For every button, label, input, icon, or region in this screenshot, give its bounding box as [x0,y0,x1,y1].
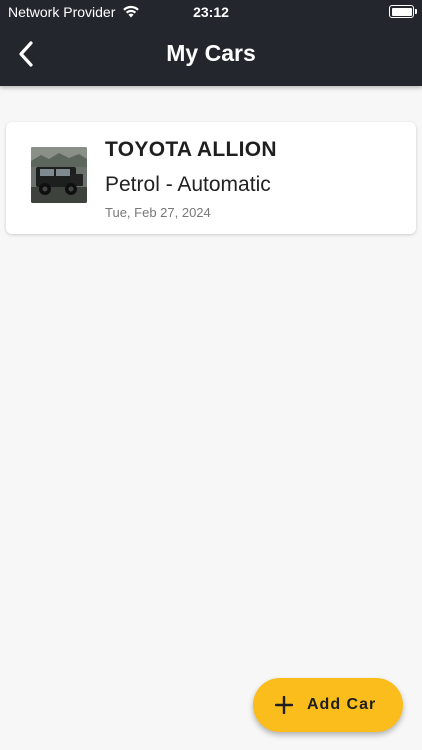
status-bar: Network Provider 23:12 [0,0,422,24]
car-date: Tue, Feb 27, 2024 [105,205,211,220]
battery-icon [389,5,417,18]
top-bar: Network Provider 23:12 My Cars [0,0,422,86]
car-name: TOYOTA ALLION [105,138,277,161]
clock: 23:12 [193,4,229,20]
my-cars-screen: Network Provider 23:12 My Cars TOYOTA AL… [0,0,422,750]
car-list-item[interactable]: TOYOTA ALLION Petrol - Automatic Tue, Fe… [6,122,416,234]
plus-icon [275,696,293,714]
add-car-label: Add Car [307,696,377,713]
car-photo-icon [31,147,87,203]
add-car-button[interactable]: Add Car [253,678,403,732]
page-title: My Cars [166,40,256,66]
car-spec: Petrol - Automatic [105,173,271,196]
car-thumbnail [31,147,87,203]
